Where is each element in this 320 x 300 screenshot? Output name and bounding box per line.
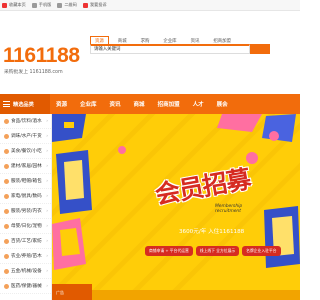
hardware-icon [4, 268, 9, 274]
menu-icon [3, 101, 10, 107]
sidebar-item-label: 家电/厨具/数码 [11, 194, 42, 199]
logo-slogan: 采购批发上 1161188.com [4, 70, 63, 75]
site-logo[interactable]: 1161188 [3, 45, 80, 66]
chevron-right-icon: › [46, 148, 48, 154]
nav-item-franchise[interactable]: 招商加盟 [158, 100, 180, 108]
search-button[interactable] [250, 44, 270, 54]
sidebar-item-catering[interactable]: 美食/餐饮/小吃 › [0, 144, 51, 159]
sidebar-item-appliances[interactable]: 家电/厨具/数码 › [0, 189, 51, 204]
nav-item-talent[interactable]: 人才 [193, 100, 204, 108]
sidebar-item-menswear[interactable]: 服装/男装/内衣 › [0, 204, 51, 219]
building-icon [4, 163, 9, 169]
food-icon [4, 118, 9, 124]
nav-items: 资源 企业库 资讯 商城 招商加盟 人才 展会 [50, 100, 241, 108]
chevron-right-icon: › [46, 193, 48, 199]
complaint-link[interactable]: 我要投诉 [82, 2, 107, 8]
banner-subtitle-en: Membership recruitment [215, 204, 242, 214]
banner-pill: 线上线下 全方位展示 [195, 246, 240, 256]
sidebar-item-label: 美食/餐饮/小吃 [11, 149, 42, 154]
crafts-icon [4, 238, 9, 244]
chevron-right-icon: › [46, 238, 48, 244]
chevron-right-icon: › [46, 133, 48, 139]
ad-label: 广告 [54, 290, 66, 296]
medical-icon [4, 283, 9, 289]
sidebar-item-label: 百货/工艺/家纺 [11, 239, 42, 244]
mobile-link[interactable]: 手机版 [31, 2, 52, 8]
chevron-right-icon: › [46, 253, 48, 259]
sidebar-item-agriculture[interactable]: 农业/养殖/苗木 › [0, 249, 51, 264]
catering-icon [4, 148, 9, 154]
chevron-right-icon: › [46, 283, 48, 289]
chevron-right-icon: › [46, 178, 48, 184]
sidebar-item-medical[interactable]: 医药/保健/器械 › [0, 279, 51, 294]
category-menu-label: 精选品类 [13, 101, 34, 108]
apparel-icon [4, 178, 9, 184]
banner-pill: 名牌企业入驻平台 [242, 246, 281, 256]
sidebar-item-label: 食品/饮料/酒水 [11, 119, 42, 124]
sidebar-item-label: 农业/养殖/苗木 [11, 254, 42, 259]
bookmark-label: 收藏本页 [9, 2, 26, 7]
chevron-right-icon: › [46, 268, 48, 274]
nav-item-mall[interactable]: 商城 [134, 100, 145, 108]
banner-tagline: 3600元/年 入住1161188 [179, 229, 245, 235]
sidebar-item-building[interactable]: 建材/家居/园林 › [0, 159, 51, 174]
sidebar-item-apparel[interactable]: 服装/鞋帽/箱包 › [0, 174, 51, 189]
chevron-right-icon: › [46, 163, 48, 169]
agriculture-icon [4, 253, 9, 259]
top-utility-bar: 收藏本页 手机版 二维码 我要投诉 [0, 0, 300, 11]
chevron-right-icon: › [46, 118, 48, 124]
seasoning-icon [4, 133, 9, 139]
appliance-icon [4, 193, 9, 199]
mobile-label: 手机版 [38, 2, 52, 7]
mobile-icon [31, 2, 37, 8]
category-sidebar: 食品/饮料/酒水 › 调味/水产/干货 › 美食/餐饮/小吃 › 建材/家居/园林 › … [0, 114, 52, 300]
banner-pill: 商铺申请 + 平台代运营 [145, 246, 193, 256]
bookmark-icon [2, 2, 7, 8]
qrcode-icon [57, 2, 63, 8]
promo-banner[interactable]: 会员招募 Membership recruitment 3600元/年 入住11… [52, 114, 300, 300]
sidebar-item-label: 建材/家居/园林 [11, 164, 42, 169]
qrcode-link[interactable]: 二维码 [57, 2, 77, 8]
sidebar-item-hardware[interactable]: 五金/机械/设备 › [0, 264, 51, 279]
baby-icon [4, 223, 9, 229]
sidebar-item-label: 母婴/日化/宠物 [11, 224, 42, 229]
chevron-right-icon: › [46, 208, 48, 214]
sidebar-item-crafts[interactable]: 百货/工艺/家纺 › [0, 234, 51, 249]
sidebar-item-seasoning[interactable]: 调味/水产/干货 › [0, 129, 51, 144]
main-nav: 精选品类 资源 企业库 资讯 商城 招商加盟 人才 展会 [0, 94, 300, 114]
nav-item-resources[interactable]: 资源 [56, 100, 67, 108]
search-input[interactable]: 请输入关键词 [90, 44, 250, 54]
nav-item-exhibitions[interactable]: 展会 [217, 100, 228, 108]
nav-item-news[interactable]: 资讯 [110, 100, 121, 108]
sidebar-item-label: 医药/保健/器械 [11, 284, 42, 289]
complaint-label: 我要投诉 [89, 2, 107, 7]
banner-subtitle-line: recruitment [215, 209, 241, 214]
nav-item-companies[interactable]: 企业库 [80, 100, 97, 108]
sidebar-item-baby[interactable]: 母婴/日化/宠物 › [0, 219, 51, 234]
complaint-icon [82, 2, 88, 8]
sidebar-item-food[interactable]: 食品/饮料/酒水 › [0, 114, 51, 129]
banner-pills: 商铺申请 + 平台代运营 线上线下 全方位展示 名牌企业入驻平台 [145, 246, 284, 256]
sidebar-item-label: 服装/鞋帽/箱包 [11, 179, 42, 184]
qrcode-label: 二维码 [64, 2, 77, 7]
sidebar-item-label: 调味/水产/干货 [11, 134, 42, 139]
category-menu-button[interactable]: 精选品类 [0, 94, 50, 114]
sidebar-item-label: 服装/男装/内衣 [11, 209, 42, 214]
bookmark-link[interactable]: 收藏本页 [2, 2, 26, 8]
sidebar-item-label: 五金/机械/设备 [11, 269, 42, 274]
chevron-right-icon: › [46, 223, 48, 229]
menswear-icon [4, 208, 9, 214]
